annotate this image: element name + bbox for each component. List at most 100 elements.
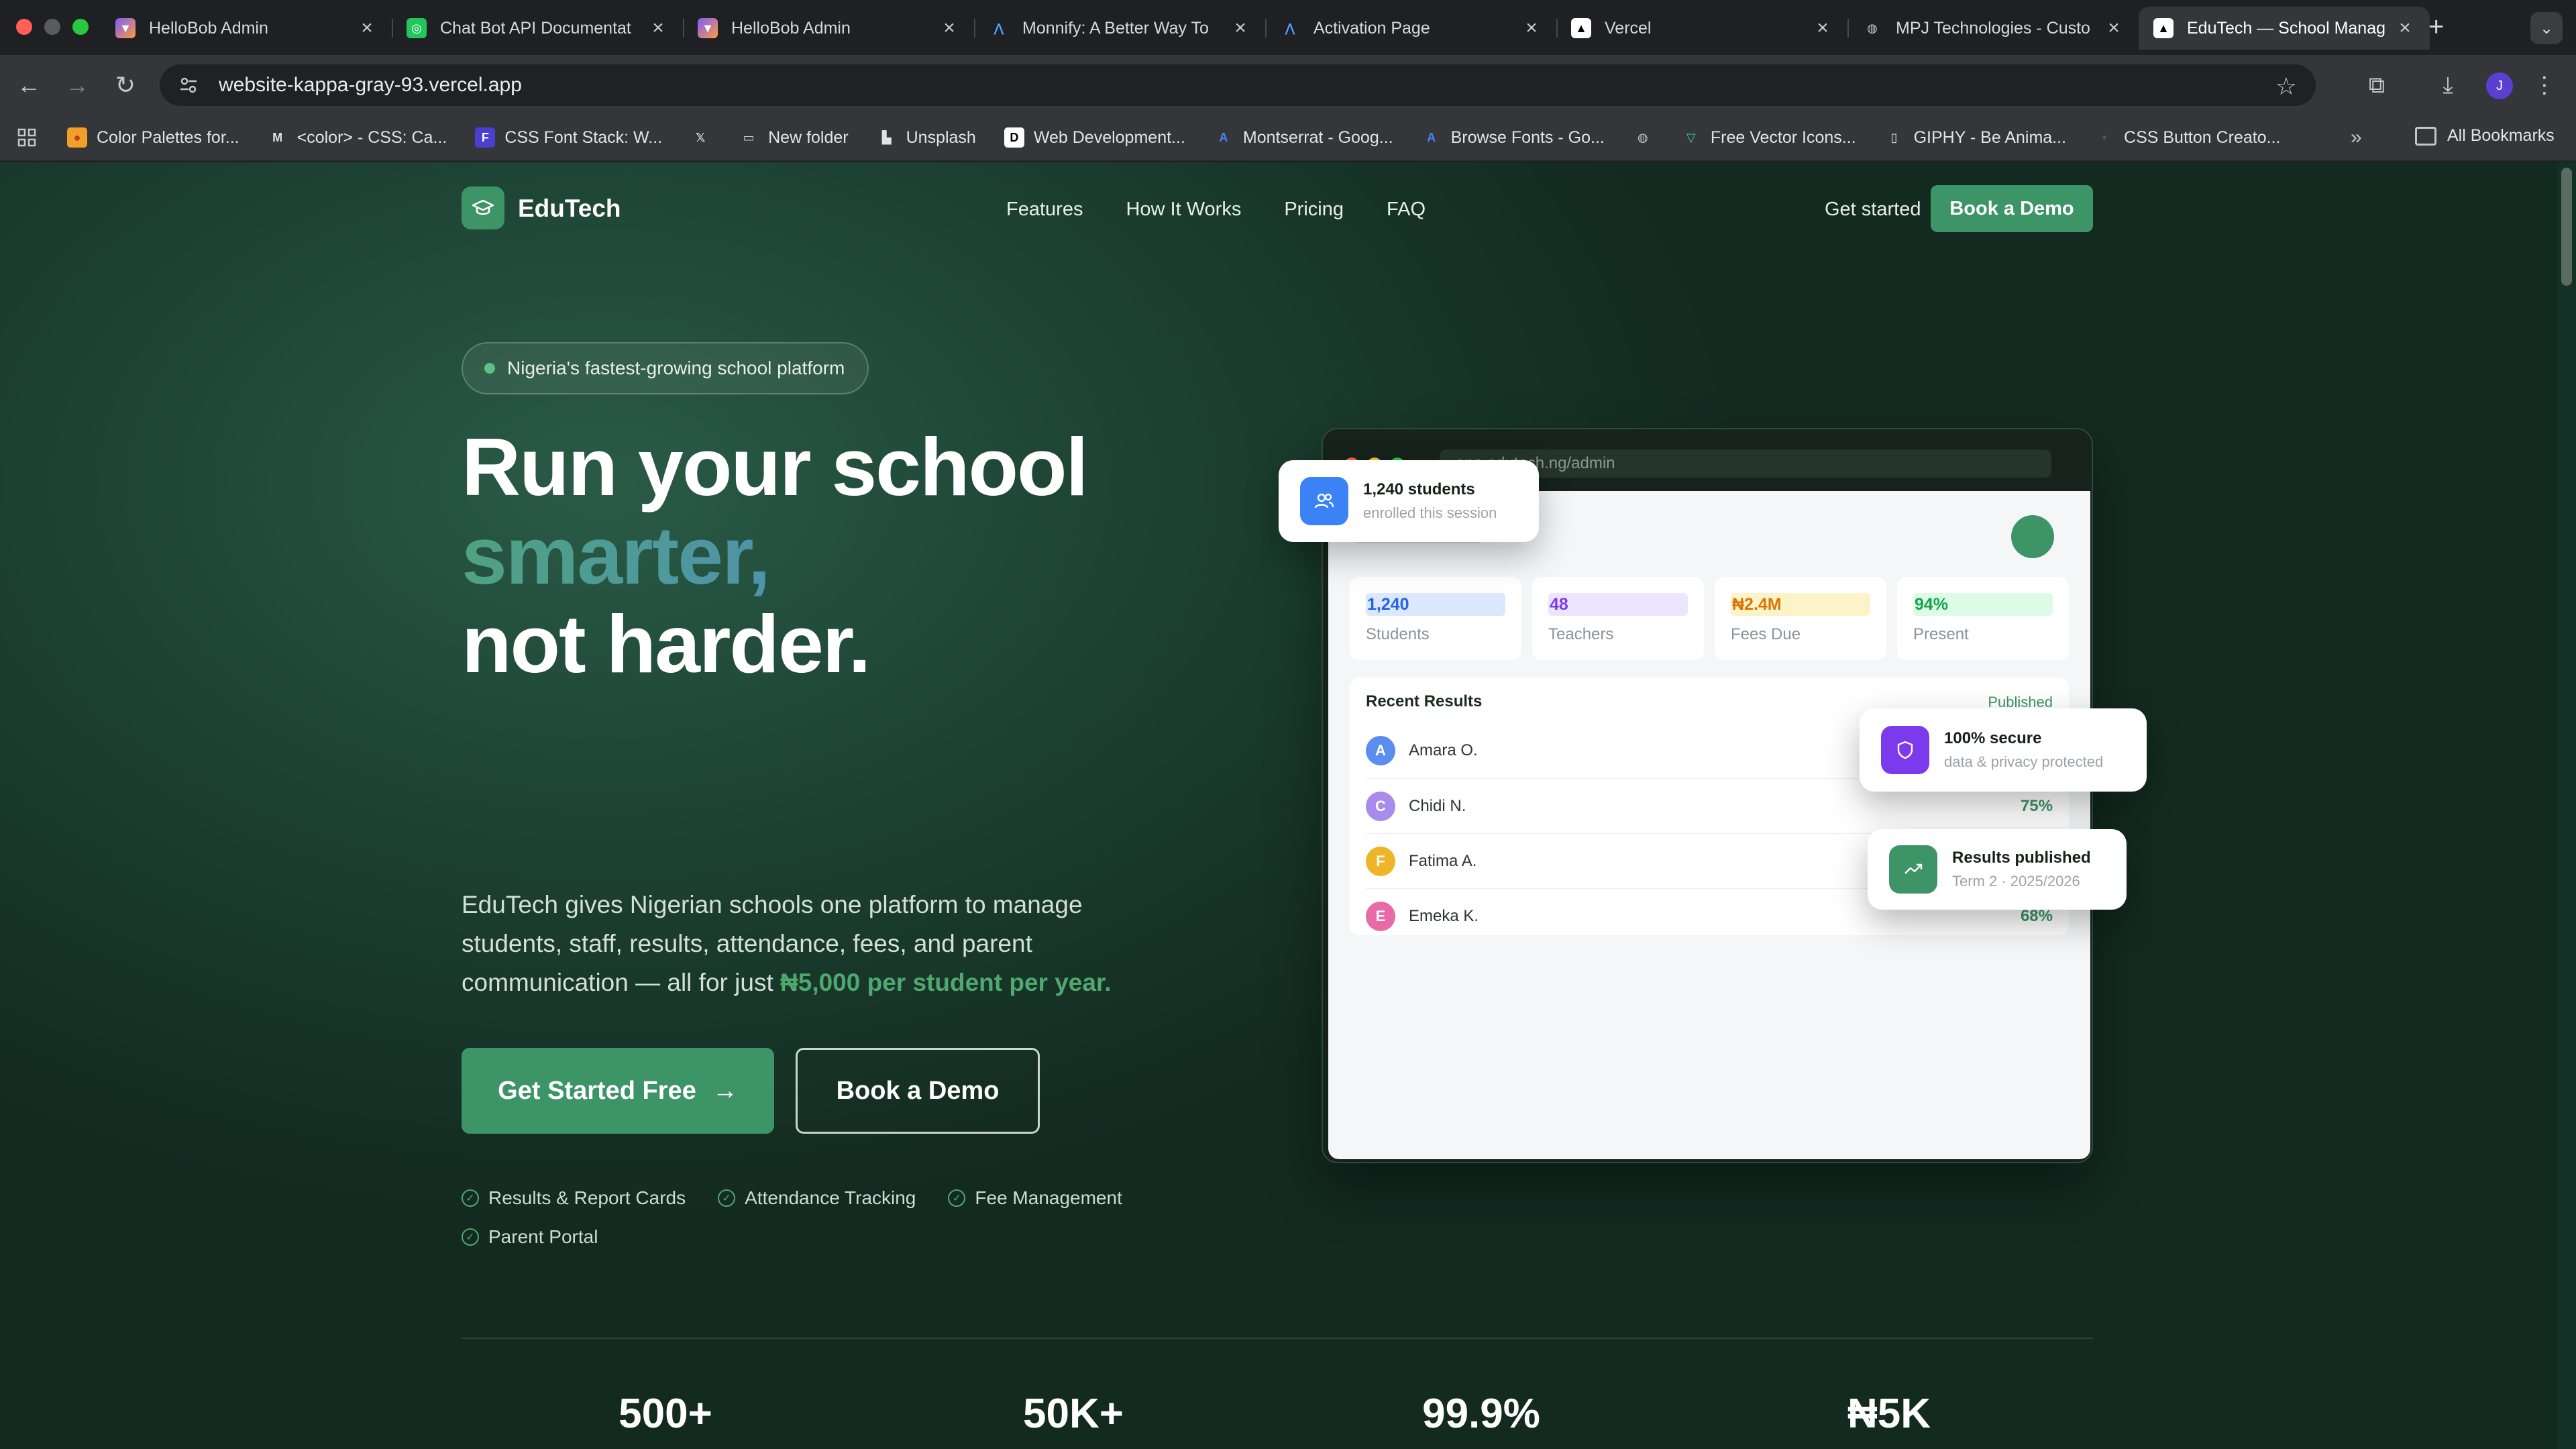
bookmark-label: New folder bbox=[768, 127, 849, 147]
bookmark-item[interactable]: A Montserrat - Goog... bbox=[1214, 127, 1393, 148]
get-started-link[interactable]: Get started bbox=[1825, 199, 1921, 221]
bookmark-item[interactable]: ▯ GIPHY - Be Anima... bbox=[1884, 127, 2066, 148]
tab-search-button[interactable]: ⌄ bbox=[2530, 12, 2563, 44]
new-tab-button[interactable]: + bbox=[2428, 12, 2444, 42]
browser-tab[interactable]: ▲ EduTech — School Manag × bbox=[2139, 7, 2430, 50]
downloads-button[interactable]: ⤓ bbox=[2432, 70, 2463, 101]
bookmark-item[interactable]: • CSS Button Creato... bbox=[2094, 127, 2281, 148]
scrollbar-thumb[interactable] bbox=[2561, 168, 2572, 286]
browser-tab[interactable]: ⋀ Monnify: A Better Way To × bbox=[974, 7, 1265, 50]
browser-tab[interactable]: ⋀ Activation Page × bbox=[1265, 7, 1556, 50]
headline-line-1: Run your school bbox=[462, 421, 1088, 513]
bookmark-item[interactable]: ◍ bbox=[1633, 127, 1653, 148]
minimize-window-button[interactable] bbox=[44, 19, 60, 35]
student-avatar: F bbox=[1366, 846, 1395, 876]
bookmark-label: <color> - CSS: Ca... bbox=[297, 127, 447, 147]
url-text[interactable]: website-kappa-gray-93.vercel.app bbox=[219, 74, 522, 97]
close-window-button[interactable] bbox=[16, 19, 32, 35]
mockup-stat-card: 94% Present bbox=[1897, 577, 2069, 660]
book-demo-button[interactable]: Book a Demo bbox=[796, 1048, 1040, 1134]
student-avatar: E bbox=[1366, 901, 1395, 931]
forward-button[interactable]: → bbox=[62, 70, 93, 101]
close-tab-icon[interactable]: × bbox=[2104, 17, 2124, 40]
book-demo-nav-button[interactable]: Book a Demo bbox=[1931, 185, 2093, 232]
feature-label: Parent Portal bbox=[488, 1226, 598, 1247]
close-tab-icon[interactable]: × bbox=[939, 17, 959, 40]
site-settings-icon[interactable] bbox=[178, 75, 199, 95]
nav-link[interactable]: How It Works bbox=[1126, 199, 1241, 221]
nav-link[interactable]: Features bbox=[1006, 199, 1083, 221]
browser-menu-button[interactable]: ⋮ bbox=[2529, 70, 2560, 101]
back-button[interactable]: ← bbox=[13, 70, 44, 101]
bookmark-item[interactable]: ▙ Unsplash bbox=[877, 127, 976, 148]
close-tab-icon[interactable]: × bbox=[1230, 17, 1250, 40]
all-bookmarks-button[interactable]: All Bookmarks bbox=[2415, 126, 2555, 146]
close-tab-icon[interactable]: × bbox=[1521, 17, 1542, 40]
apps-grid-icon[interactable] bbox=[15, 125, 39, 150]
feature-item: ✓ Parent Portal bbox=[462, 1226, 598, 1248]
bookmark-item[interactable]: ● Color Palettes for... bbox=[67, 127, 239, 148]
site-header: EduTech Features How It Works Pricing FAQ G… bbox=[462, 185, 2093, 232]
bookmark-label: CSS Font Stack: W... bbox=[504, 127, 663, 147]
close-tab-icon[interactable]: × bbox=[357, 17, 377, 40]
bookmark-item[interactable]: ▽ Free Vector Icons... bbox=[1681, 127, 1856, 148]
bookmark-star-icon[interactable]: ☆ bbox=[2275, 72, 2297, 101]
browser-tab[interactable]: ◎ Chat Bot API Documentat × bbox=[392, 7, 683, 50]
check-circle-icon: ✓ bbox=[462, 1189, 479, 1207]
results-float-title: Results published bbox=[1952, 849, 2091, 867]
browser-tab[interactable]: ▼ HelloBob Admin × bbox=[101, 7, 392, 50]
stat-item: 99.9%Uptime bbox=[1277, 1390, 1685, 1449]
browser-tab[interactable]: ◍ MPJ Technologies - Custo × bbox=[1847, 7, 2139, 50]
mockup-stat-label: Present bbox=[1913, 625, 1969, 643]
extensions-button[interactable]: ⧉ bbox=[2361, 70, 2392, 101]
headline-line-3: not harder. bbox=[462, 598, 871, 690]
address-bar[interactable]: website-kappa-gray-93.vercel.app ☆ bbox=[160, 64, 2316, 106]
chevron-down-icon: ⌄ bbox=[2539, 19, 2554, 38]
vercel-icon: ▲ bbox=[2153, 18, 2174, 38]
get-started-free-button[interactable]: Get Started Free → bbox=[462, 1048, 774, 1134]
profile-avatar[interactable]: J bbox=[2486, 72, 2513, 99]
arrow-right-icon: → bbox=[712, 1076, 738, 1105]
maximize-window-button[interactable] bbox=[72, 19, 89, 35]
page-viewport[interactable]: EduTech Features How It Works Pricing FAQ G… bbox=[0, 162, 2576, 1449]
results-float-card: Results published Term 2 · 2025/2026 bbox=[1868, 829, 2127, 910]
nav-link[interactable]: FAQ bbox=[1387, 199, 1426, 221]
browser-tab[interactable]: ▲ Vercel × bbox=[1556, 7, 1847, 50]
bookmarks-bar: ● Color Palettes for... M <color> - CSS: Ca… bbox=[0, 115, 2576, 161]
bookmark-item[interactable]: F CSS Font Stack: W... bbox=[475, 127, 662, 148]
mockup-stat-value: 94% bbox=[1913, 593, 2053, 616]
tab-title: MPJ Technologies - Custo bbox=[1896, 18, 2090, 38]
student-name: Chidi N. bbox=[1409, 796, 1466, 815]
bookmark-item[interactable]: A Browse Fonts - Go... bbox=[1421, 127, 1605, 148]
secure-float-subtitle: data & privacy protected bbox=[1944, 753, 2104, 770]
css-button-icon: • bbox=[2102, 130, 2107, 144]
bookmark-item[interactable]: M <color> - CSS: Ca... bbox=[268, 127, 447, 148]
close-tab-icon[interactable]: × bbox=[648, 17, 668, 40]
bookmark-item[interactable]: D Web Development... bbox=[1004, 127, 1185, 148]
nav-link[interactable]: Pricing bbox=[1284, 199, 1344, 221]
mockup-user-avatar bbox=[2011, 515, 2054, 558]
reload-button[interactable]: ↻ bbox=[110, 70, 141, 101]
student-avatar: C bbox=[1366, 791, 1395, 821]
brand-name[interactable]: EduTech bbox=[518, 195, 621, 223]
check-circle-icon: ✓ bbox=[948, 1189, 966, 1207]
bookmark-item[interactable]: 𝕏 bbox=[690, 127, 710, 148]
feature-label: Fee Management bbox=[975, 1187, 1122, 1208]
mockup-stat-label: Students bbox=[1366, 625, 1430, 643]
bookmark-item[interactable]: ▭ New folder bbox=[739, 127, 849, 148]
close-tab-icon[interactable]: × bbox=[2395, 17, 2415, 40]
browser-tab[interactable]: ▼ HelloBob Admin × bbox=[683, 7, 974, 50]
tab-title: HelloBob Admin bbox=[731, 18, 851, 38]
mockup-app-body: 1,240 Students 48 Teachers ₦2.4M Fees Due 94% P… bbox=[1328, 491, 2090, 1159]
more-bookmarks-icon[interactable]: » bbox=[2351, 126, 2362, 149]
graduation-cap-icon[interactable] bbox=[462, 186, 504, 229]
close-tab-icon[interactable]: × bbox=[1813, 17, 1833, 40]
feature-item: ✓ Fee Management bbox=[948, 1187, 1122, 1209]
page-scrollbar[interactable] bbox=[2557, 162, 2576, 1449]
palette-icon: ● bbox=[67, 127, 87, 148]
bookmark-label: Color Palettes for... bbox=[97, 127, 239, 147]
tab-title: Activation Page bbox=[1313, 18, 1430, 38]
mockup-stat-label: Teachers bbox=[1548, 625, 1614, 643]
reload-icon: ↻ bbox=[115, 71, 136, 99]
bookmark-label: Web Development... bbox=[1033, 127, 1185, 147]
